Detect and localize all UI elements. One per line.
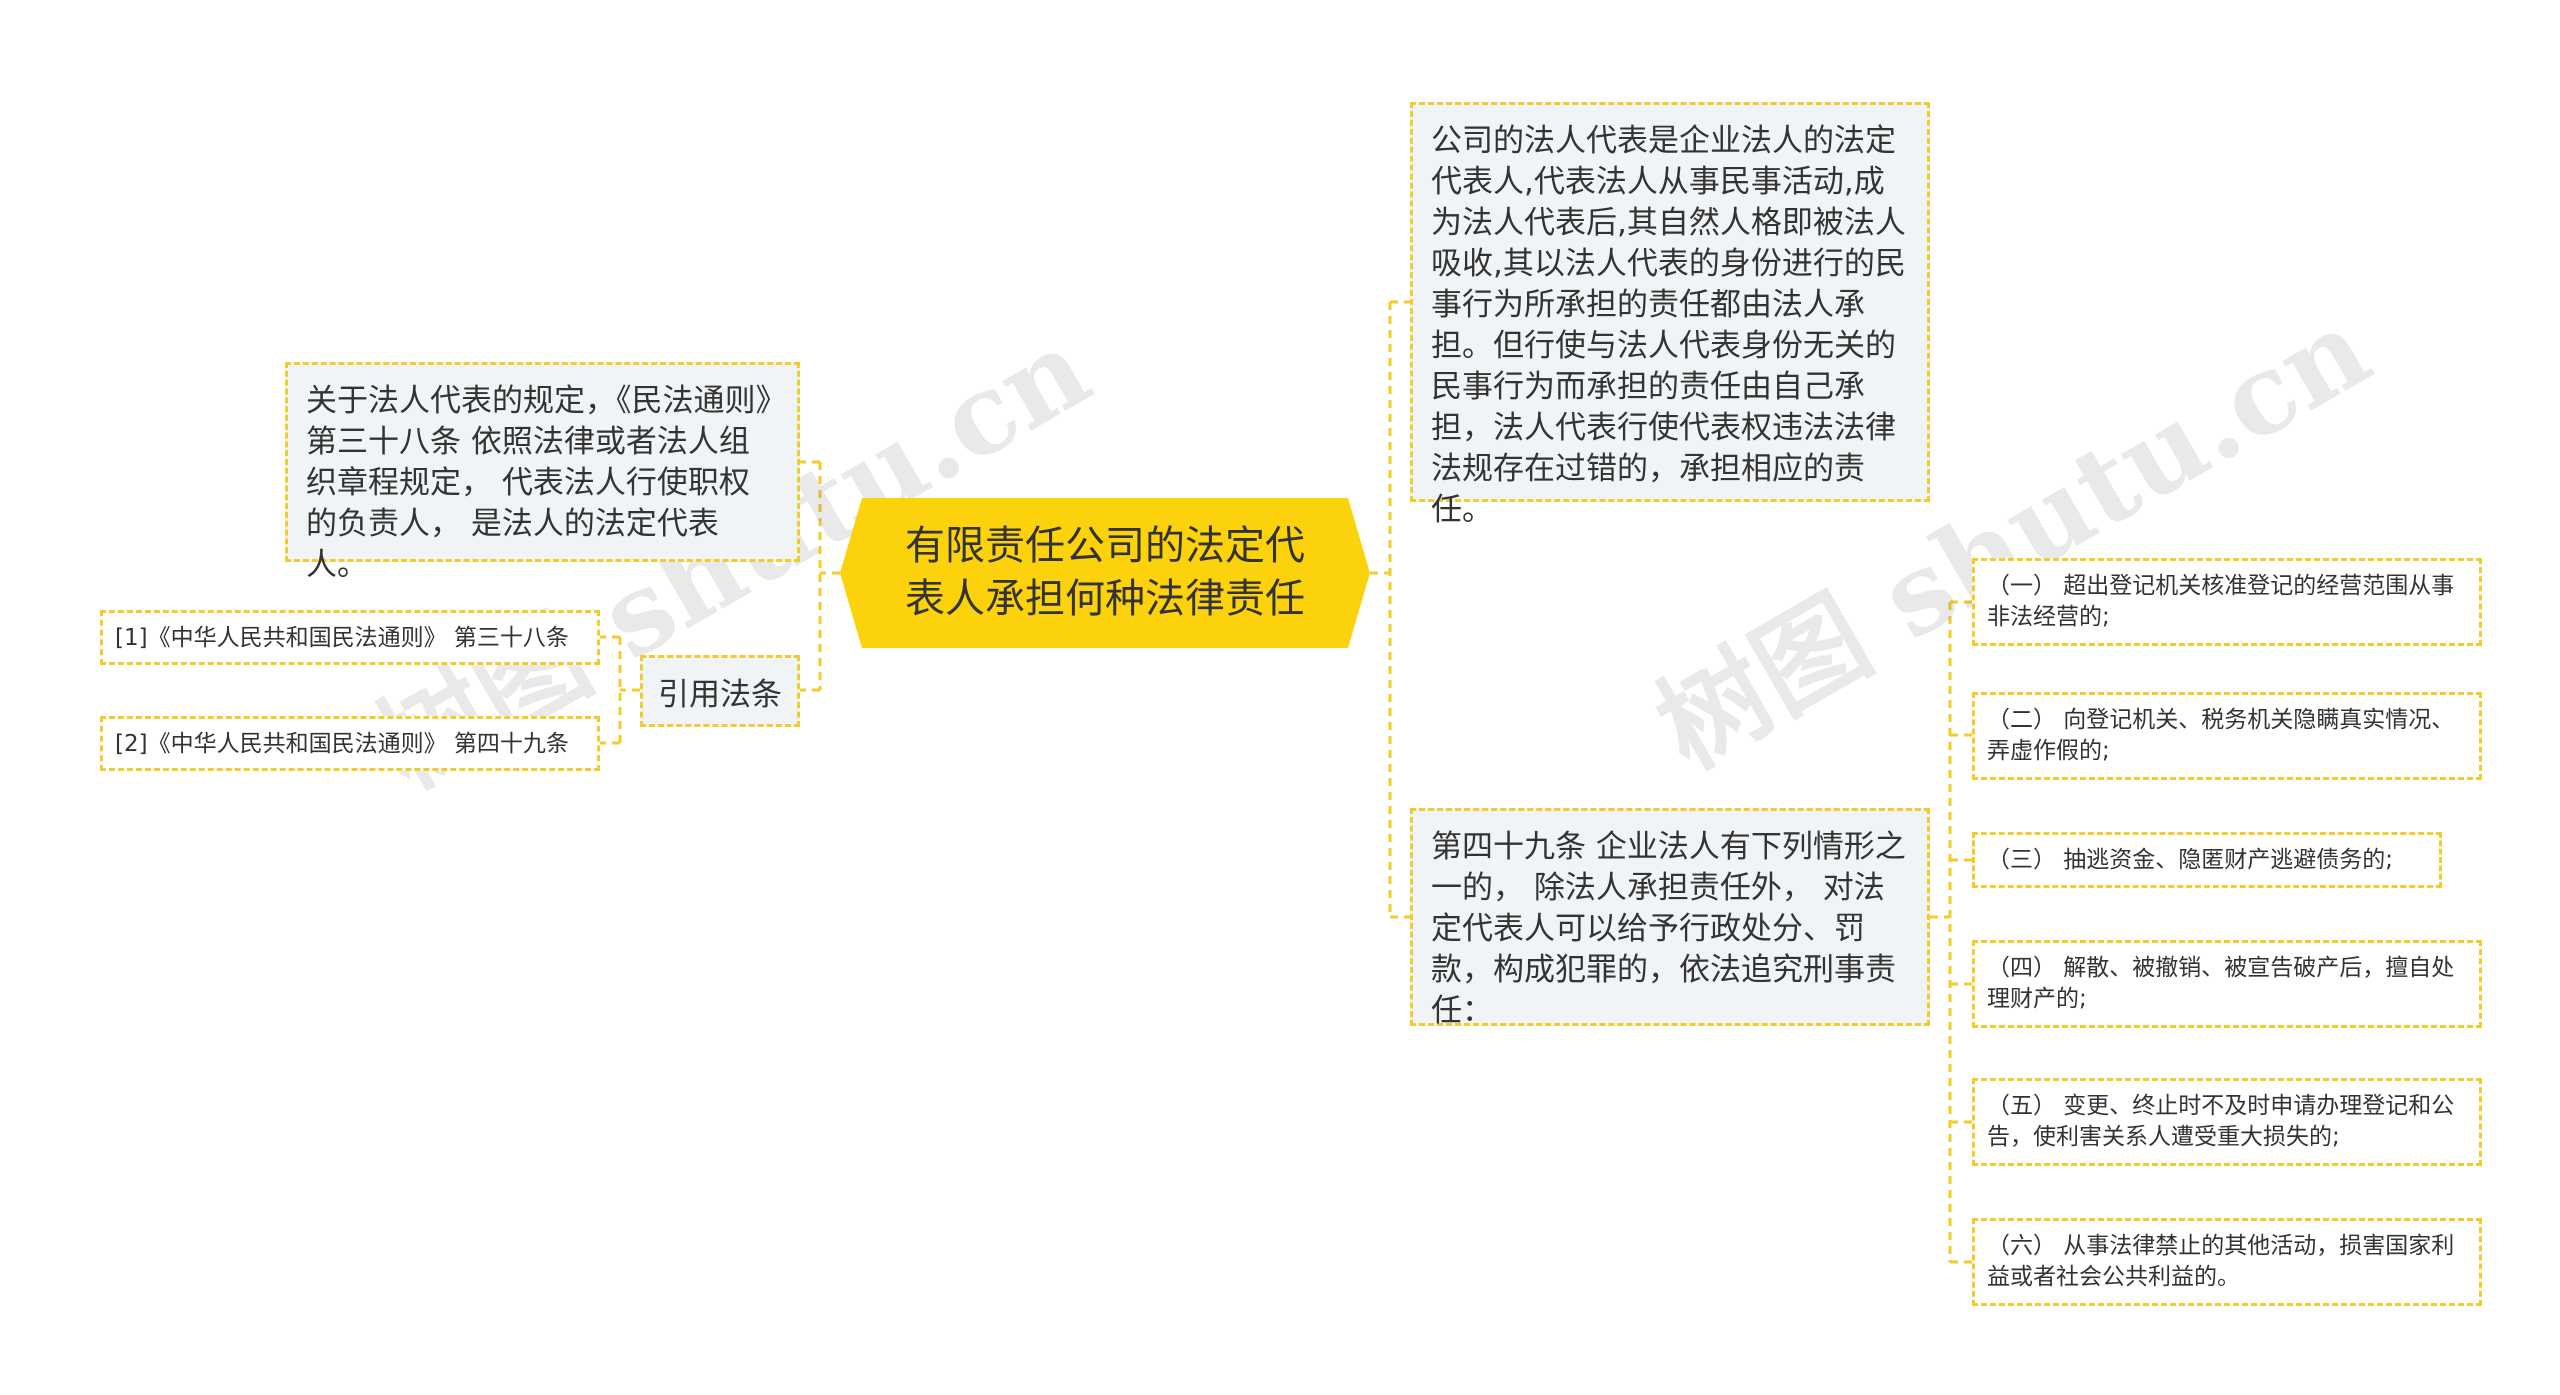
- violation-item[interactable]: （五） 变更、终止时不及时申请办理登记和公告，使利害关系人遭受重大损失的;: [1972, 1078, 2482, 1166]
- central-topic[interactable]: 有限责任公司的法定代表人承担何种法律责任: [840, 498, 1370, 648]
- violation-item[interactable]: （三） 抽逃资金、隐匿财产逃避债务的;: [1972, 832, 2442, 888]
- violation-item[interactable]: （六） 从事法律禁止的其他活动，损害国家利益或者社会公共利益的。: [1972, 1218, 2482, 1306]
- citation-item[interactable]: [2]《中华人民共和国民法通则》 第四十九条: [100, 716, 600, 771]
- violation-item[interactable]: （二） 向登记机关、税务机关隐瞒真实情况、弄虚作假的;: [1972, 692, 2482, 780]
- violation-item[interactable]: （一） 超出登记机关核准登记的经营范围从事非法经营的;: [1972, 558, 2482, 646]
- article49-node[interactable]: 第四十九条 企业法人有下列情形之一的， 除法人承担责任外， 对法定代表人可以给予…: [1410, 808, 1930, 1029]
- citation-item[interactable]: [1]《中华人民共和国民法通则》 第三十八条: [100, 610, 600, 665]
- violation-item[interactable]: （四） 解散、被撤销、被宣告破产后，擅自处理财产的;: [1972, 940, 2482, 1028]
- citation-label[interactable]: 引用法条: [640, 655, 800, 727]
- definition-node[interactable]: 公司的法人代表是企业法人的法定代表人,代表法人从事民事活动,成为法人代表后,其自…: [1410, 102, 1930, 528]
- rule-node[interactable]: 关于法人代表的规定，《民法通则》第三十八条 依照法律或者法人组织章程规定， 代表…: [285, 362, 800, 583]
